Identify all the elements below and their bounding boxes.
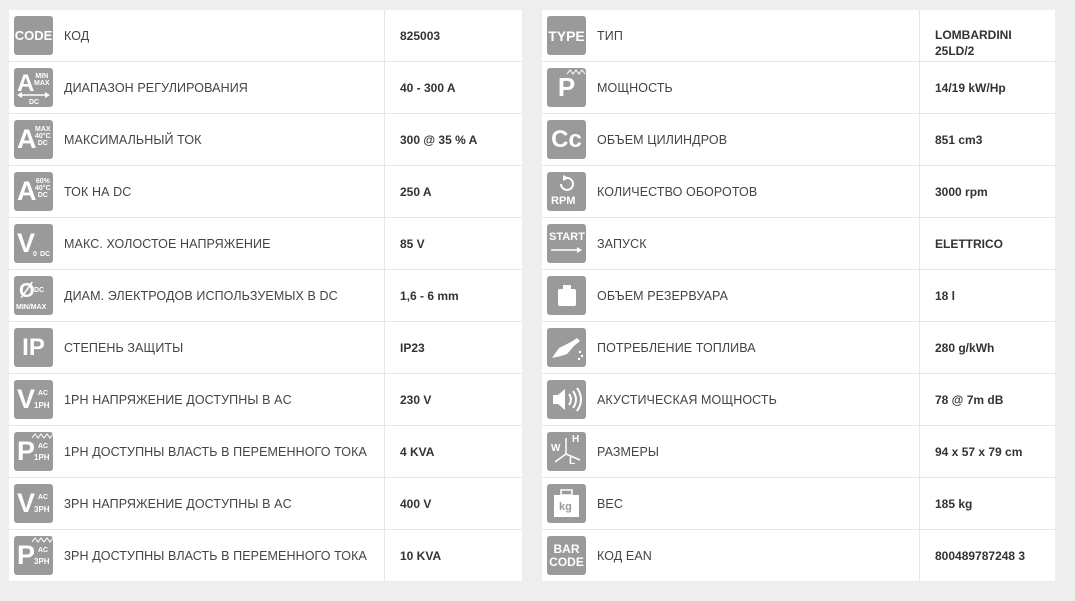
spec-value: 851 cm3 <box>935 132 983 147</box>
fuel-nozzle-icon <box>547 328 586 367</box>
spec-label: ДИАМ. ЭЛЕКТРОДОВ ИСПОЛЬЗУЕМЫХ В DC <box>62 270 385 321</box>
spec-value: 250 A <box>400 184 432 199</box>
spec-value: 400 V <box>400 496 432 511</box>
table-row: V 0 DC МАКС. ХОЛОСТОЕ НАПРЯЖЕНИЕ 85 V <box>9 218 522 270</box>
spec-value: IP23 <box>400 340 425 355</box>
power-3ph-icon: P AC 3PH <box>14 536 53 575</box>
welding-specs-table: CODE КОД 825003 A MIN MAX DC ДИАПАЗОН РЕГ… <box>9 10 522 581</box>
spec-value: LOMBARDINI 25LD/2 <box>935 28 1012 58</box>
spec-value: 85 V <box>400 236 425 251</box>
table-row: V AC 3PH 3PH НАПРЯЖЕНИЕ ДОСТУПНЫ В AC 40… <box>9 478 522 530</box>
table-row: АКУСТИЧЕСКАЯ МОЩНОСТЬ 78 @ 7m dB <box>542 374 1055 426</box>
spec-value: 10 KVA <box>400 548 442 563</box>
ip-protection-icon: IP <box>14 328 53 367</box>
table-row: A MIN MAX DC ДИАПАЗОН РЕГУЛИРОВАНИЯ 40 - … <box>9 62 522 114</box>
table-row: ПОТРЕБЛЕНИЕ ТОПЛИВА 280 g/kWh <box>542 322 1055 374</box>
spec-label: КОЛИЧЕСТВО ОБОРОТОВ <box>595 166 920 217</box>
engine-specs-table: TYPE ТИП LOMBARDINI 25LD/2 P МОЩНОСТЬ 14… <box>542 10 1055 581</box>
spec-value: 3000 rpm <box>935 184 988 199</box>
spec-value: 280 g/kWh <box>935 340 995 355</box>
spec-label: МАКСИМАЛЬНЫЙ ТОК <box>62 114 385 165</box>
voltage-icon: V 0 DC <box>14 224 53 263</box>
table-row: TYPE ТИП LOMBARDINI 25LD/2 <box>542 10 1055 62</box>
power-icon: P <box>547 68 586 107</box>
table-row: IP СТЕПЕНЬ ЗАЩИТЫ IP23 <box>9 322 522 374</box>
power-1ph-icon: P AC 1PH <box>14 432 53 471</box>
table-row: BAR CODE КОД EAN 800489787248 3 <box>542 530 1055 581</box>
speaker-icon <box>547 380 586 419</box>
spec-label: КОД <box>62 10 385 61</box>
table-row: Ø DC MIN/MAX ДИАМ. ЭЛЕКТРОДОВ ИСПОЛЬЗУЕМ… <box>9 270 522 322</box>
dimensions-icon: W H L <box>547 432 586 471</box>
code-icon: CODE <box>14 16 53 55</box>
spec-label: ДИАПАЗОН РЕГУЛИРОВАНИЯ <box>62 62 385 113</box>
spec-label: АКУСТИЧЕСКАЯ МОЩНОСТЬ <box>595 374 920 425</box>
spec-value: 78 @ 7m dB <box>935 392 1004 407</box>
table-row: A MAX 40°C DC МАКСИМАЛЬНЫЙ ТОК 300 @ 35 % … <box>9 114 522 166</box>
max-current-icon: A MAX 40°C DC <box>14 120 53 159</box>
spec-value: 4 KVA <box>400 444 435 459</box>
voltage-1ph-icon: V AC 1PH <box>14 380 53 419</box>
weight-icon: kg <box>547 484 586 523</box>
type-icon: TYPE <box>547 16 586 55</box>
cylinder-volume-icon: Cc <box>547 120 586 159</box>
spec-value: 825003 <box>400 28 441 43</box>
table-row: A 60% 40°C DC ТОК НА DC 250 A <box>9 166 522 218</box>
dc-current-icon: A 60% 40°C DC <box>14 172 53 211</box>
spec-label: ТОК НА DC <box>62 166 385 217</box>
spec-label: СТЕПЕНЬ ЗАЩИТЫ <box>62 322 385 373</box>
spec-label: 1PH ДОСТУПНЫ ВЛАСТЬ В ПЕРЕМЕННОГО ТОКА <box>62 426 385 477</box>
barcode-icon: BAR CODE <box>547 536 586 575</box>
spec-label: ВЕС <box>595 478 920 529</box>
amp-range-icon: A MIN MAX DC <box>14 68 53 107</box>
table-row: P AC 3PH 3PH ДОСТУПНЫ ВЛАСТЬ В ПЕРЕМЕННО… <box>9 530 522 581</box>
spec-value: 1,6 - 6 mm <box>400 288 459 303</box>
spec-value: 14/19 kW/Hp <box>935 80 1006 95</box>
table-row: kg ВЕС 185 kg <box>542 478 1055 530</box>
table-row: V AC 1PH 1PH НАПРЯЖЕНИЕ ДОСТУПНЫ В AC 23… <box>9 374 522 426</box>
spec-value: 40 - 300 A <box>400 80 456 95</box>
fuel-tank-icon <box>547 276 586 315</box>
spec-value: ELETTRICO <box>935 236 1003 251</box>
spec-label: МОЩНОСТЬ <box>595 62 920 113</box>
spec-value: 230 V <box>400 392 432 407</box>
spec-sheet: CODE КОД 825003 A MIN MAX DC ДИАПАЗОН РЕГ… <box>0 0 1075 601</box>
spec-label: МАКС. ХОЛОСТОЕ НАПРЯЖЕНИЕ <box>62 218 385 269</box>
table-row: CODE КОД 825003 <box>9 10 522 62</box>
table-row: W H L РАЗМЕРЫ 94 x 57 x 79 cm <box>542 426 1055 478</box>
spec-label: ОБЪЕМ РЕЗЕРВУАРА <box>595 270 920 321</box>
spec-label: 3PH ДОСТУПНЫ ВЛАСТЬ В ПЕРЕМЕННОГО ТОКА <box>62 530 385 581</box>
spec-label: ОБЪЕМ ЦИЛИНДРОВ <box>595 114 920 165</box>
spec-value: 300 @ 35 % A <box>400 132 478 147</box>
spec-label: 3PH НАПРЯЖЕНИЕ ДОСТУПНЫ В AC <box>62 478 385 529</box>
spec-label: РАЗМЕРЫ <box>595 426 920 477</box>
electrode-diameter-icon: Ø DC MIN/MAX <box>14 276 53 315</box>
spec-label: ПОТРЕБЛЕНИЕ ТОПЛИВА <box>595 322 920 373</box>
voltage-3ph-icon: V AC 3PH <box>14 484 53 523</box>
table-row: START ЗАПУСК ELETTRICO <box>542 218 1055 270</box>
table-row: P AC 1PH 1PH ДОСТУПНЫ ВЛАСТЬ В ПЕРЕМЕННО… <box>9 426 522 478</box>
start-icon: START <box>547 224 586 263</box>
spec-value: 185 kg <box>935 496 973 511</box>
table-row: Cc ОБЪЕМ ЦИЛИНДРОВ 851 cm3 <box>542 114 1055 166</box>
spec-value: 18 l <box>935 288 956 303</box>
table-row: RPM КОЛИЧЕСТВО ОБОРОТОВ 3000 rpm <box>542 166 1055 218</box>
spec-value: 800489787248 3 <box>935 548 1026 563</box>
rpm-icon: RPM <box>547 172 586 211</box>
spec-label: ТИП <box>595 10 920 61</box>
spec-label: 1PH НАПРЯЖЕНИЕ ДОСТУПНЫ В AC <box>62 374 385 425</box>
table-row: P МОЩНОСТЬ 14/19 kW/Hp <box>542 62 1055 114</box>
spec-label: КОД EAN <box>595 530 920 581</box>
spec-value: 94 x 57 x 79 cm <box>935 444 1023 459</box>
table-row: ОБЪЕМ РЕЗЕРВУАРА 18 l <box>542 270 1055 322</box>
spec-label: ЗАПУСК <box>595 218 920 269</box>
